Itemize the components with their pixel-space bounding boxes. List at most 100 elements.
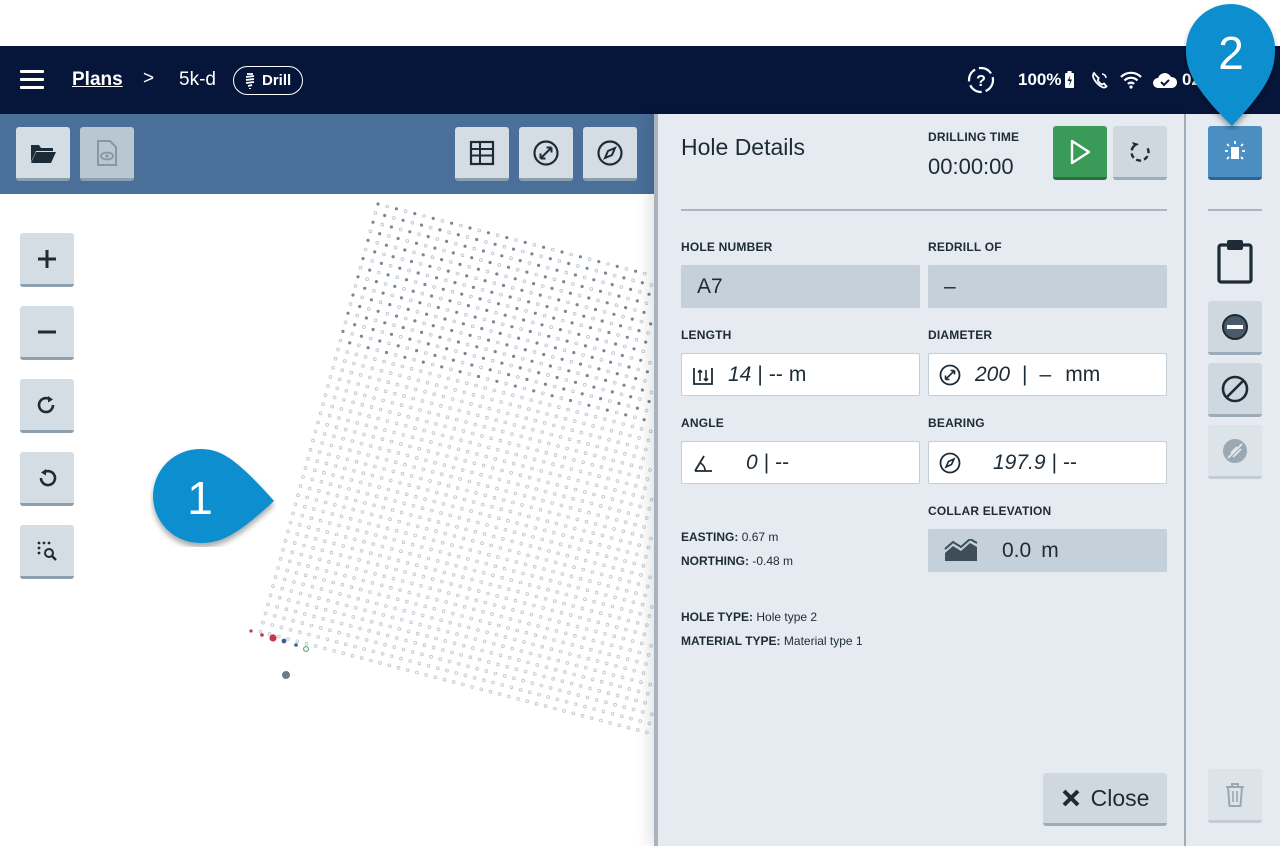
- length-actual-value: --: [768, 362, 783, 386]
- diameter-unit: mm: [1065, 362, 1101, 386]
- callout-marker-2: 2: [1184, 2, 1278, 130]
- hole-number-label: HOLE NUMBER: [681, 240, 773, 254]
- grid-view-button[interactable]: [455, 127, 509, 181]
- cloud-sync-icon: [1153, 73, 1178, 88]
- block-hole-button[interactable]: [1208, 363, 1262, 417]
- trash-icon: [1226, 782, 1244, 807]
- bearing-planned-value: 197.9: [993, 450, 1046, 474]
- bearing-label: BEARING: [928, 416, 985, 430]
- diameter-planned-value: 200: [975, 362, 1011, 386]
- redrill-of-label: REDRILL OF: [928, 240, 1002, 254]
- rotate-clockwise-button[interactable]: [20, 379, 74, 433]
- preview-button[interactable]: [80, 127, 134, 181]
- map-toolbar: [0, 114, 654, 194]
- right-tool-column: [1184, 114, 1280, 846]
- rotate-clockwise-icon: [37, 395, 55, 413]
- drill-bit-icon: [245, 72, 255, 89]
- wifi-icon: [1120, 71, 1142, 89]
- rotate-counterclockwise-icon: [39, 468, 57, 486]
- drill-plan-map[interactable]: [0, 194, 654, 846]
- easting-value: 0.67 m: [741, 530, 779, 544]
- length-label: LENGTH: [681, 328, 732, 342]
- reset-icon: [1130, 141, 1150, 162]
- drill-hole-highlight-icon: [1225, 140, 1245, 160]
- length-unit: m: [788, 362, 807, 386]
- hole-number-field: A7: [681, 265, 920, 308]
- delete-button[interactable]: [1208, 769, 1262, 823]
- collar-elevation-field: 0.0 m: [928, 529, 1167, 572]
- collar-elevation-label: COLLAR ELEVATION: [928, 504, 1052, 518]
- bearing-actual-value: --: [1063, 450, 1078, 474]
- bearing-separator: |: [1051, 450, 1058, 474]
- open-plan-button[interactable]: [16, 127, 70, 181]
- angle-separator: |: [763, 450, 770, 474]
- preview-eye-icon: [97, 139, 117, 166]
- reset-drilling-button[interactable]: [1113, 126, 1167, 180]
- callout-number-2: 2: [1218, 27, 1244, 79]
- angle-field[interactable]: 0 | --: [681, 441, 920, 484]
- hole-type-info: HOLE TYPE: Hole type 2: [681, 610, 817, 624]
- length-icon: [693, 367, 713, 385]
- breadcrumb-plans-link[interactable]: Plans: [72, 69, 123, 91]
- remove-hole-button[interactable]: [1208, 301, 1262, 355]
- mode-badge-label: Drill: [262, 72, 292, 89]
- hole-type-label: HOLE TYPE:: [681, 610, 754, 624]
- battery-status: 100%: [1018, 70, 1075, 90]
- angle-planned-value: 0: [746, 450, 758, 474]
- elevation-icon: [944, 538, 978, 561]
- easting-label: EASTING:: [681, 530, 739, 544]
- remove-circle-icon: [1222, 313, 1248, 340]
- northing-value: -0.48 m: [752, 554, 794, 568]
- battery-level: 100%: [1018, 70, 1062, 89]
- folder-open-icon: [31, 144, 56, 163]
- callout-number-1: 1: [187, 472, 213, 524]
- drilling-time-label: DRILLING TIME: [928, 130, 1020, 144]
- drilling-time-value: 00:00:00: [928, 154, 1014, 179]
- material-type-info: MATERIAL TYPE: Material type 1: [681, 634, 863, 648]
- menu-icon[interactable]: [20, 70, 44, 90]
- not-drilled-button[interactable]: [1208, 425, 1262, 479]
- diameter-separator: |: [1022, 362, 1028, 386]
- no-entry-icon: [1221, 375, 1249, 402]
- close-button[interactable]: Close: [1043, 773, 1167, 826]
- zoom-out-button[interactable]: [20, 306, 74, 360]
- zoom-in-button[interactable]: [20, 233, 74, 287]
- mode-badge: Drill: [233, 66, 304, 95]
- help-sync-icon[interactable]: ?: [966, 65, 996, 95]
- diameter-icon: [533, 139, 559, 166]
- northing-label: NORTHING:: [681, 554, 749, 568]
- breadcrumb-separator: >: [143, 68, 155, 89]
- zoom-in-icon: [38, 249, 56, 268]
- start-drilling-button[interactable]: [1053, 126, 1107, 180]
- breadcrumb-plan-name: 5k-d: [179, 69, 216, 90]
- rotate-counterclockwise-button[interactable]: [20, 452, 74, 506]
- zoom-to-selection-icon: [37, 541, 57, 561]
- highlight-hole-button[interactable]: [1208, 126, 1262, 180]
- angle-actual-value: --: [775, 450, 790, 474]
- clipboard-icon[interactable]: [1216, 238, 1254, 284]
- top-bar: Plans > 5k-d Drill ? 100% 02: [0, 46, 1280, 114]
- material-type-value: Material type 1: [783, 634, 863, 648]
- diameter-view-button[interactable]: [519, 127, 573, 181]
- bearing-field[interactable]: 197.9 | --: [928, 441, 1167, 484]
- material-type-label: MATERIAL TYPE:: [681, 634, 781, 648]
- hole-pattern-grid[interactable]: [0, 194, 654, 846]
- compass-icon: [939, 452, 961, 473]
- length-field[interactable]: 14 | -- m: [681, 353, 920, 396]
- panel-title: Hole Details: [681, 134, 805, 160]
- compass-view-button[interactable]: [583, 127, 637, 181]
- close-icon: [1062, 789, 1080, 807]
- diameter-actual-value: –: [1039, 362, 1052, 386]
- zoom-out-icon: [38, 330, 56, 333]
- battery-charging-icon: [1065, 71, 1075, 88]
- diameter-field[interactable]: 200 | – mm: [928, 353, 1167, 396]
- grid-table-icon: [469, 140, 495, 165]
- redrill-of-field: –: [928, 265, 1167, 308]
- angle-label: ANGLE: [681, 416, 724, 430]
- hole-number-value: A7: [697, 274, 723, 298]
- zoom-to-selection-button[interactable]: [20, 525, 74, 579]
- angle-icon: [694, 455, 712, 472]
- callout-marker-1: 1: [150, 447, 276, 547]
- length-planned-value: 14: [728, 362, 752, 386]
- collar-elevation-value: 0.0: [1002, 538, 1032, 562]
